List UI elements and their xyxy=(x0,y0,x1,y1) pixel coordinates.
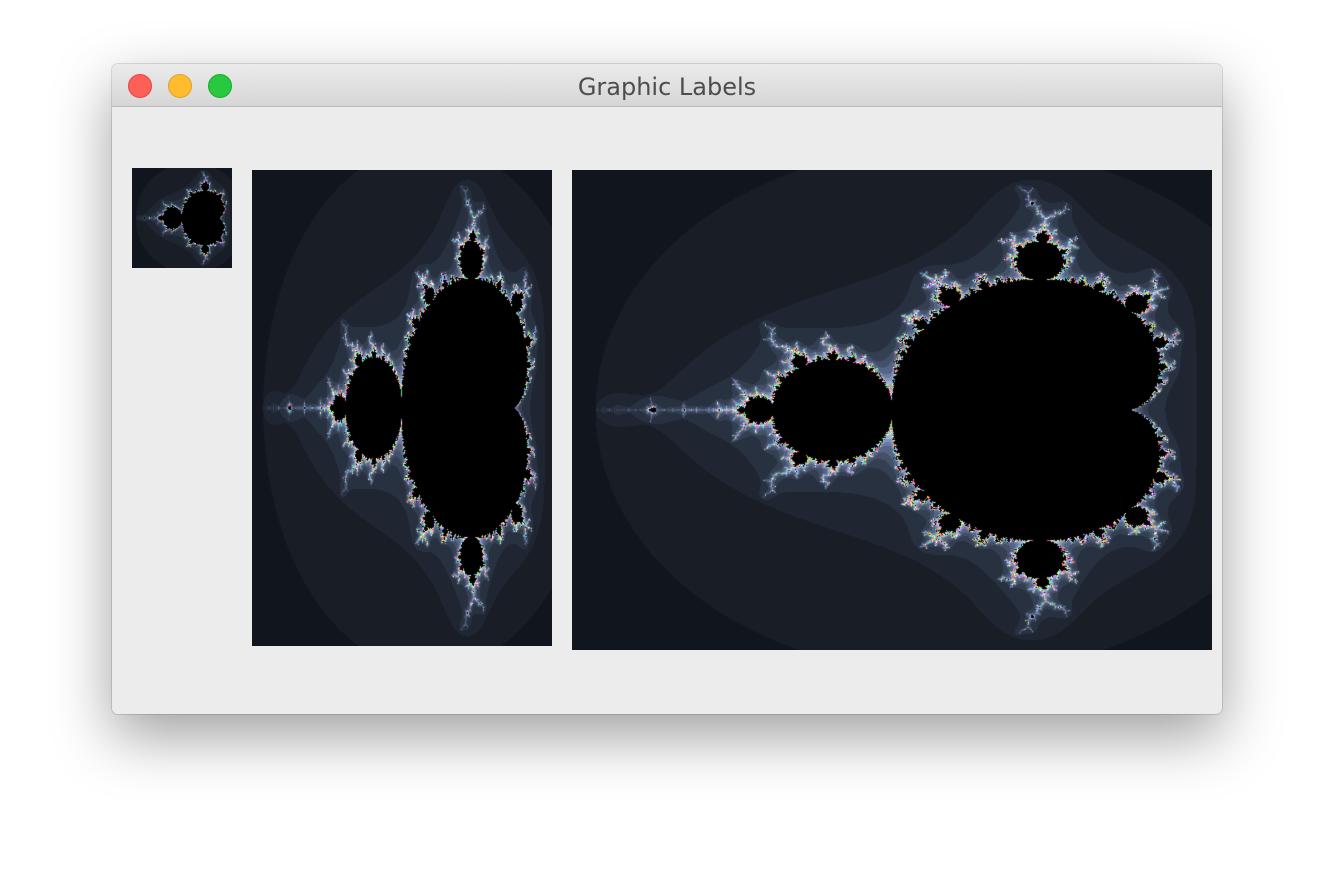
window-title: Graphic Labels xyxy=(577,73,757,101)
title-bar[interactable]: Graphic Labels xyxy=(112,64,1222,107)
app-window: Graphic Labels xyxy=(112,64,1222,714)
graphic-label-small xyxy=(132,168,232,268)
content-area xyxy=(112,107,1222,714)
graphic-label-medium xyxy=(252,170,552,646)
graphic-label-large xyxy=(572,170,1212,650)
